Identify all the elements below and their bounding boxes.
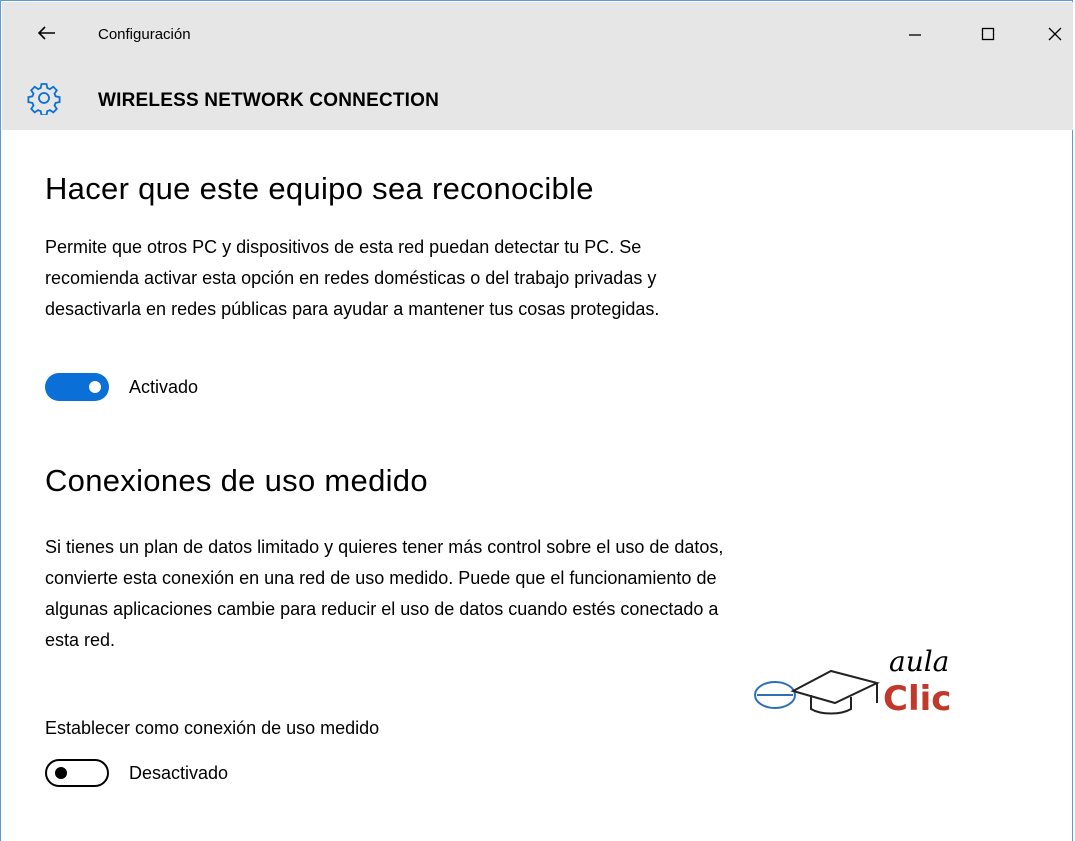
toggle-state-label: Activado (129, 376, 199, 397)
page-title: WIRELESS NETWORK CONNECTION (98, 90, 440, 111)
logo-aula-text: aula (889, 645, 950, 678)
mouse-cap-icon (754, 669, 880, 715)
toggle-switch-off[interactable] (45, 759, 109, 787)
back-button[interactable] (32, 18, 62, 48)
toggle-knob (55, 767, 67, 779)
toggle-knob (89, 381, 101, 393)
metered-toggle[interactable]: Desactivado (45, 759, 228, 787)
settings-window: Configuración WIRELESS NETWORK CONNECTIO… (0, 0, 1073, 841)
title-bar: Configuración (2, 2, 1073, 68)
minimize-icon (909, 34, 921, 36)
toggle-switch-on[interactable] (45, 373, 109, 401)
logo-clic-text: Clic (883, 679, 952, 719)
maximize-icon (981, 27, 995, 41)
metered-description: Si tienes un plan de datos limitado y qu… (45, 537, 724, 650)
top-bar: Configuración WIRELESS NETWORK CONNECTIO… (2, 2, 1073, 130)
back-arrow-icon (38, 26, 55, 40)
page-header: WIRELESS NETWORK CONNECTION (2, 68, 1073, 130)
discoverable-heading: Hacer que este equipo sea reconocible (45, 171, 594, 206)
close-icon (1048, 27, 1062, 41)
aulaclic-logo: aula Clic (753, 645, 963, 721)
close-button[interactable] (1032, 16, 1075, 52)
maximize-button[interactable] (965, 16, 1011, 52)
metered-heading: Conexiones de uso medido (45, 463, 428, 498)
discoverable-toggle[interactable]: Activado (45, 373, 198, 401)
app-title: Configuración (98, 26, 191, 43)
toggle-state-label: Desactivado (129, 762, 229, 783)
minimize-button[interactable] (892, 16, 938, 52)
discoverable-description: Permite que otros PC y dispositivos de e… (45, 237, 660, 319)
gear-icon (27, 83, 61, 115)
metered-setting-label: Establecer como conexión de uso medido (45, 718, 380, 738)
